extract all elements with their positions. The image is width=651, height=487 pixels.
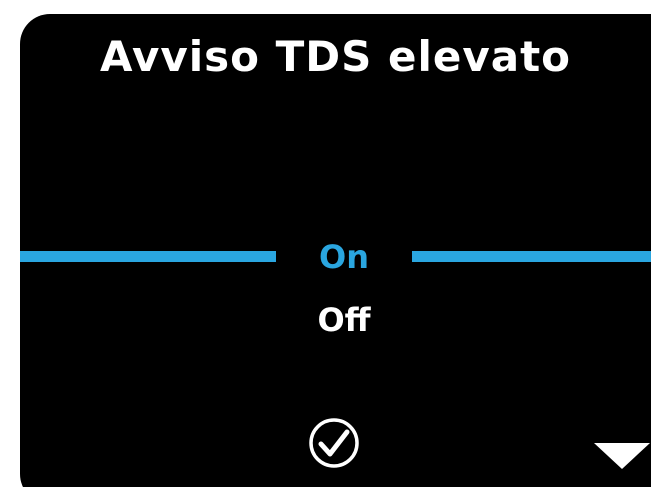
selection-bar-right xyxy=(412,251,651,262)
device-screen: Avviso TDS elevato On Off xyxy=(0,0,651,487)
check-circle-icon[interactable] xyxy=(308,417,360,469)
triangle-down-icon[interactable] xyxy=(592,439,651,471)
selection-bar-left xyxy=(20,251,276,262)
option-off[interactable]: Off xyxy=(256,300,432,340)
display-panel: Avviso TDS elevato On Off xyxy=(20,14,651,487)
page-title: Avviso TDS elevato xyxy=(99,32,572,81)
option-on[interactable]: On xyxy=(256,237,432,277)
